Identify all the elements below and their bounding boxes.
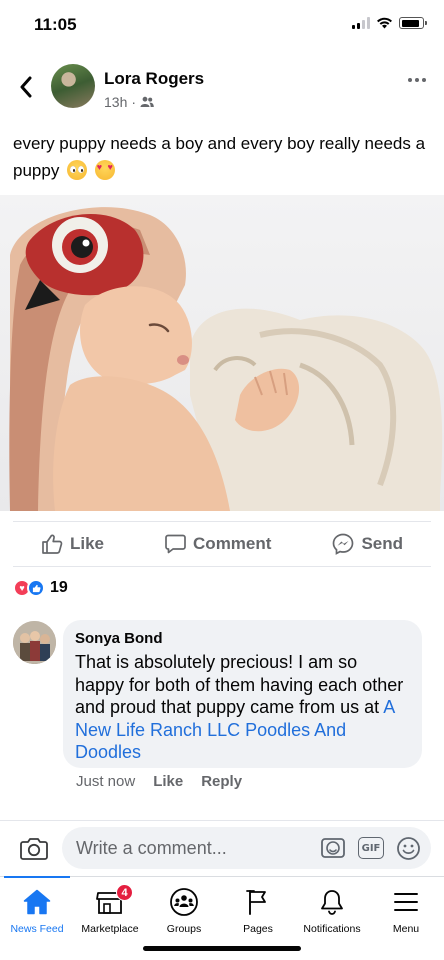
post-meta: 13h · [104,94,154,110]
avatar-sticker-icon[interactable] [320,835,346,861]
chevron-left-icon [20,76,32,98]
comment-like-button[interactable]: Like [153,773,183,790]
post-action-bar: Like Comment Send [13,521,431,567]
comment-composer[interactable]: Write a comment... GIF [62,827,431,869]
comment-body: That is absolutely precious! I am so hap… [75,652,404,717]
post-time[interactable]: 13h [104,94,127,110]
like-reaction-icon [27,579,45,597]
more-options-button[interactable] [408,78,426,82]
commenter-name[interactable]: Sonya Bond [75,629,410,649]
like-label: Like [70,534,105,553]
tab-menu-label: Menu [392,923,420,935]
comment-actions: Just now Like Reply [76,773,242,790]
photo-boy-kissing-puppy [9,207,443,511]
bottom-tab-bar: News Feed 4 Marketplace Groups Pages Not… [0,876,444,960]
reactions-summary[interactable]: ♥ 19 [13,577,68,599]
like-button[interactable]: Like [41,533,104,555]
status-icons [352,17,427,29]
tab-menu[interactable]: Menu [362,885,444,935]
post-photo[interactable] [0,195,444,511]
thumbs-up-icon [42,534,63,554]
commenter-avatar[interactable] [13,621,56,664]
send-button[interactable]: Send [332,533,403,555]
status-time: 11:05 [34,15,77,34]
home-icon [23,889,51,915]
meta-separator: · [131,94,137,110]
comment-input[interactable]: Write a comment... [76,838,320,859]
active-tab-indicator [4,876,70,878]
pleading-face-emoji [67,160,88,180]
post-text: every puppy needs a boy and every boy re… [13,130,433,184]
comment-label: Comment [193,534,272,553]
pages-flag-icon [246,890,266,915]
gif-button[interactable]: GIF [358,837,384,859]
comment-button[interactable]: Comment [165,534,271,554]
battery-icon [399,17,427,29]
emoji-icon[interactable] [396,836,421,861]
cellular-signal-icon [352,17,370,29]
post-header: Lora Rogers 13h · [0,60,444,116]
heart-eyes-emoji [94,160,115,180]
marketplace-badge: 4 [116,884,133,901]
comment-bubble[interactable]: Sonya Bond That is absolutely precious! … [63,620,422,768]
send-label: Send [361,534,403,553]
bell-icon [321,890,343,915]
home-indicator [143,946,301,951]
friends-icon [140,96,154,107]
reaction-count: 19 [50,579,68,596]
comment-reply-button[interactable]: Reply [201,773,242,790]
camera-button[interactable] [19,833,49,863]
composer-divider [0,820,444,821]
back-button[interactable] [14,72,38,102]
comment-time: Just now [76,773,136,790]
author-avatar[interactable] [51,64,95,108]
wifi-icon [377,17,392,29]
camera-icon [20,838,48,860]
messenger-icon [333,533,354,555]
status-bar: 11:05 [0,0,444,52]
comment-text: That is absolutely precious! I am so hap… [75,651,410,764]
comment-bubble-icon [165,534,186,554]
author-name[interactable]: Lora Rogers [104,69,204,89]
composer-icons: GIF [320,835,421,861]
groups-icon [170,888,198,916]
hamburger-menu-icon [394,893,418,911]
